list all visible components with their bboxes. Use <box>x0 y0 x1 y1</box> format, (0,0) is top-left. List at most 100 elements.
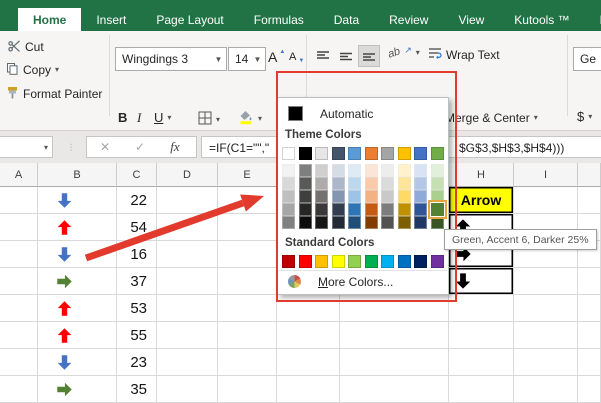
cell[interactable] <box>38 187 117 214</box>
cell[interactable] <box>157 268 218 295</box>
column-header-c[interactable]: C <box>117 163 157 187</box>
color-swatch[interactable] <box>299 177 312 190</box>
ribbon-tab-kutools[interactable]: Kutools ™ <box>499 8 584 31</box>
cell[interactable] <box>218 214 277 241</box>
color-swatch[interactable] <box>299 164 312 177</box>
color-swatch[interactable] <box>365 216 378 229</box>
cell[interactable] <box>157 295 218 322</box>
color-swatch[interactable] <box>365 203 378 216</box>
number-format-combobox[interactable]: Ge <box>573 47 601 71</box>
format-painter-button[interactable]: Format Painter <box>6 86 102 102</box>
ribbon-tab-insert[interactable]: Insert <box>81 8 141 31</box>
cell[interactable] <box>514 376 578 403</box>
arrow-template-cell[interactable] <box>449 268 514 295</box>
bold-button[interactable]: B <box>118 110 127 125</box>
cell[interactable] <box>449 295 514 322</box>
cell[interactable]: 55 <box>117 322 157 349</box>
cell[interactable] <box>449 322 514 349</box>
color-swatch[interactable] <box>282 190 295 203</box>
name-box[interactable]: ▾ <box>0 136 53 158</box>
color-swatch[interactable] <box>414 147 427 160</box>
cell[interactable] <box>157 214 218 241</box>
color-swatch[interactable] <box>315 164 328 177</box>
cell[interactable] <box>0 268 38 295</box>
cancel-icon[interactable]: ✕ <box>96 136 114 158</box>
font-name-combobox[interactable]: Wingdings 3 ▼ <box>115 47 227 71</box>
cell[interactable] <box>449 349 514 376</box>
arrow-header-cell[interactable]: Arrow <box>449 187 514 214</box>
color-swatch[interactable] <box>315 147 328 160</box>
cell[interactable] <box>157 187 218 214</box>
color-swatch[interactable] <box>332 216 345 229</box>
color-swatch[interactable] <box>431 190 444 203</box>
color-swatch[interactable] <box>365 177 378 190</box>
color-swatch[interactable] <box>299 203 312 216</box>
cell[interactable] <box>514 187 578 214</box>
color-swatch[interactable] <box>381 190 394 203</box>
color-swatch[interactable] <box>381 147 394 160</box>
cell[interactable] <box>514 268 578 295</box>
cell[interactable] <box>578 349 601 376</box>
cell[interactable] <box>449 376 514 403</box>
cell[interactable] <box>38 214 117 241</box>
color-swatch[interactable] <box>381 216 394 229</box>
cell[interactable] <box>0 322 38 349</box>
color-swatch[interactable] <box>348 255 361 268</box>
cell[interactable] <box>38 295 117 322</box>
cell[interactable] <box>0 349 38 376</box>
cell[interactable] <box>340 322 449 349</box>
column-header-h[interactable]: H <box>449 163 514 187</box>
color-swatch[interactable] <box>299 190 312 203</box>
cell[interactable] <box>514 295 578 322</box>
cell[interactable] <box>38 268 117 295</box>
cell[interactable]: 54 <box>117 214 157 241</box>
cell[interactable] <box>578 187 601 214</box>
cell[interactable] <box>277 376 340 403</box>
cell[interactable]: 35 <box>117 376 157 403</box>
color-swatch[interactable] <box>332 255 345 268</box>
align-bottom-button[interactable] <box>358 45 380 67</box>
cell[interactable] <box>340 349 449 376</box>
column-header-e[interactable]: E <box>218 163 277 187</box>
ribbon-tab-home[interactable]: Home <box>18 8 81 31</box>
automatic-color-item[interactable]: Automatic <box>279 101 447 126</box>
cell[interactable] <box>340 295 449 322</box>
color-swatch[interactable] <box>299 255 312 268</box>
cell[interactable]: 22 <box>117 187 157 214</box>
formula-bar-resize-handle[interactable]: ⁝ <box>66 136 76 158</box>
color-swatch[interactable] <box>381 203 394 216</box>
color-swatch[interactable] <box>299 147 312 160</box>
color-swatch[interactable] <box>414 255 427 268</box>
cell[interactable] <box>0 187 38 214</box>
cell[interactable] <box>0 376 38 403</box>
color-swatch[interactable] <box>431 164 444 177</box>
color-swatch[interactable] <box>398 203 411 216</box>
cell[interactable] <box>340 376 449 403</box>
more-colors-item[interactable]: More Colors... <box>279 270 447 292</box>
ribbon-tab-page-layout[interactable]: Page Layout <box>141 8 238 31</box>
column-header-b[interactable]: B <box>38 163 117 187</box>
insert-function-icon[interactable]: fx <box>164 136 186 158</box>
cell[interactable] <box>277 295 340 322</box>
cell[interactable]: 23 <box>117 349 157 376</box>
orientation-button[interactable]: ab ↗ ▾ <box>388 47 420 59</box>
color-swatch[interactable] <box>398 190 411 203</box>
color-swatch[interactable] <box>431 255 444 268</box>
color-swatch[interactable] <box>414 164 427 177</box>
cell[interactable] <box>0 214 38 241</box>
cell[interactable] <box>0 241 38 268</box>
color-swatch[interactable] <box>348 147 361 160</box>
color-swatch[interactable] <box>398 255 411 268</box>
column-header-i[interactable]: I <box>514 163 578 187</box>
cell[interactable] <box>38 376 117 403</box>
ribbon-tab-enter[interactable]: Enter <box>585 8 601 31</box>
cell[interactable] <box>157 376 218 403</box>
cell[interactable]: 37 <box>117 268 157 295</box>
column-header-d[interactable]: D <box>157 163 218 187</box>
color-swatch[interactable] <box>414 190 427 203</box>
italic-button[interactable]: I <box>137 110 141 126</box>
color-swatch[interactable] <box>332 190 345 203</box>
color-swatch[interactable] <box>431 177 444 190</box>
cell[interactable] <box>157 241 218 268</box>
color-swatch[interactable] <box>348 216 361 229</box>
